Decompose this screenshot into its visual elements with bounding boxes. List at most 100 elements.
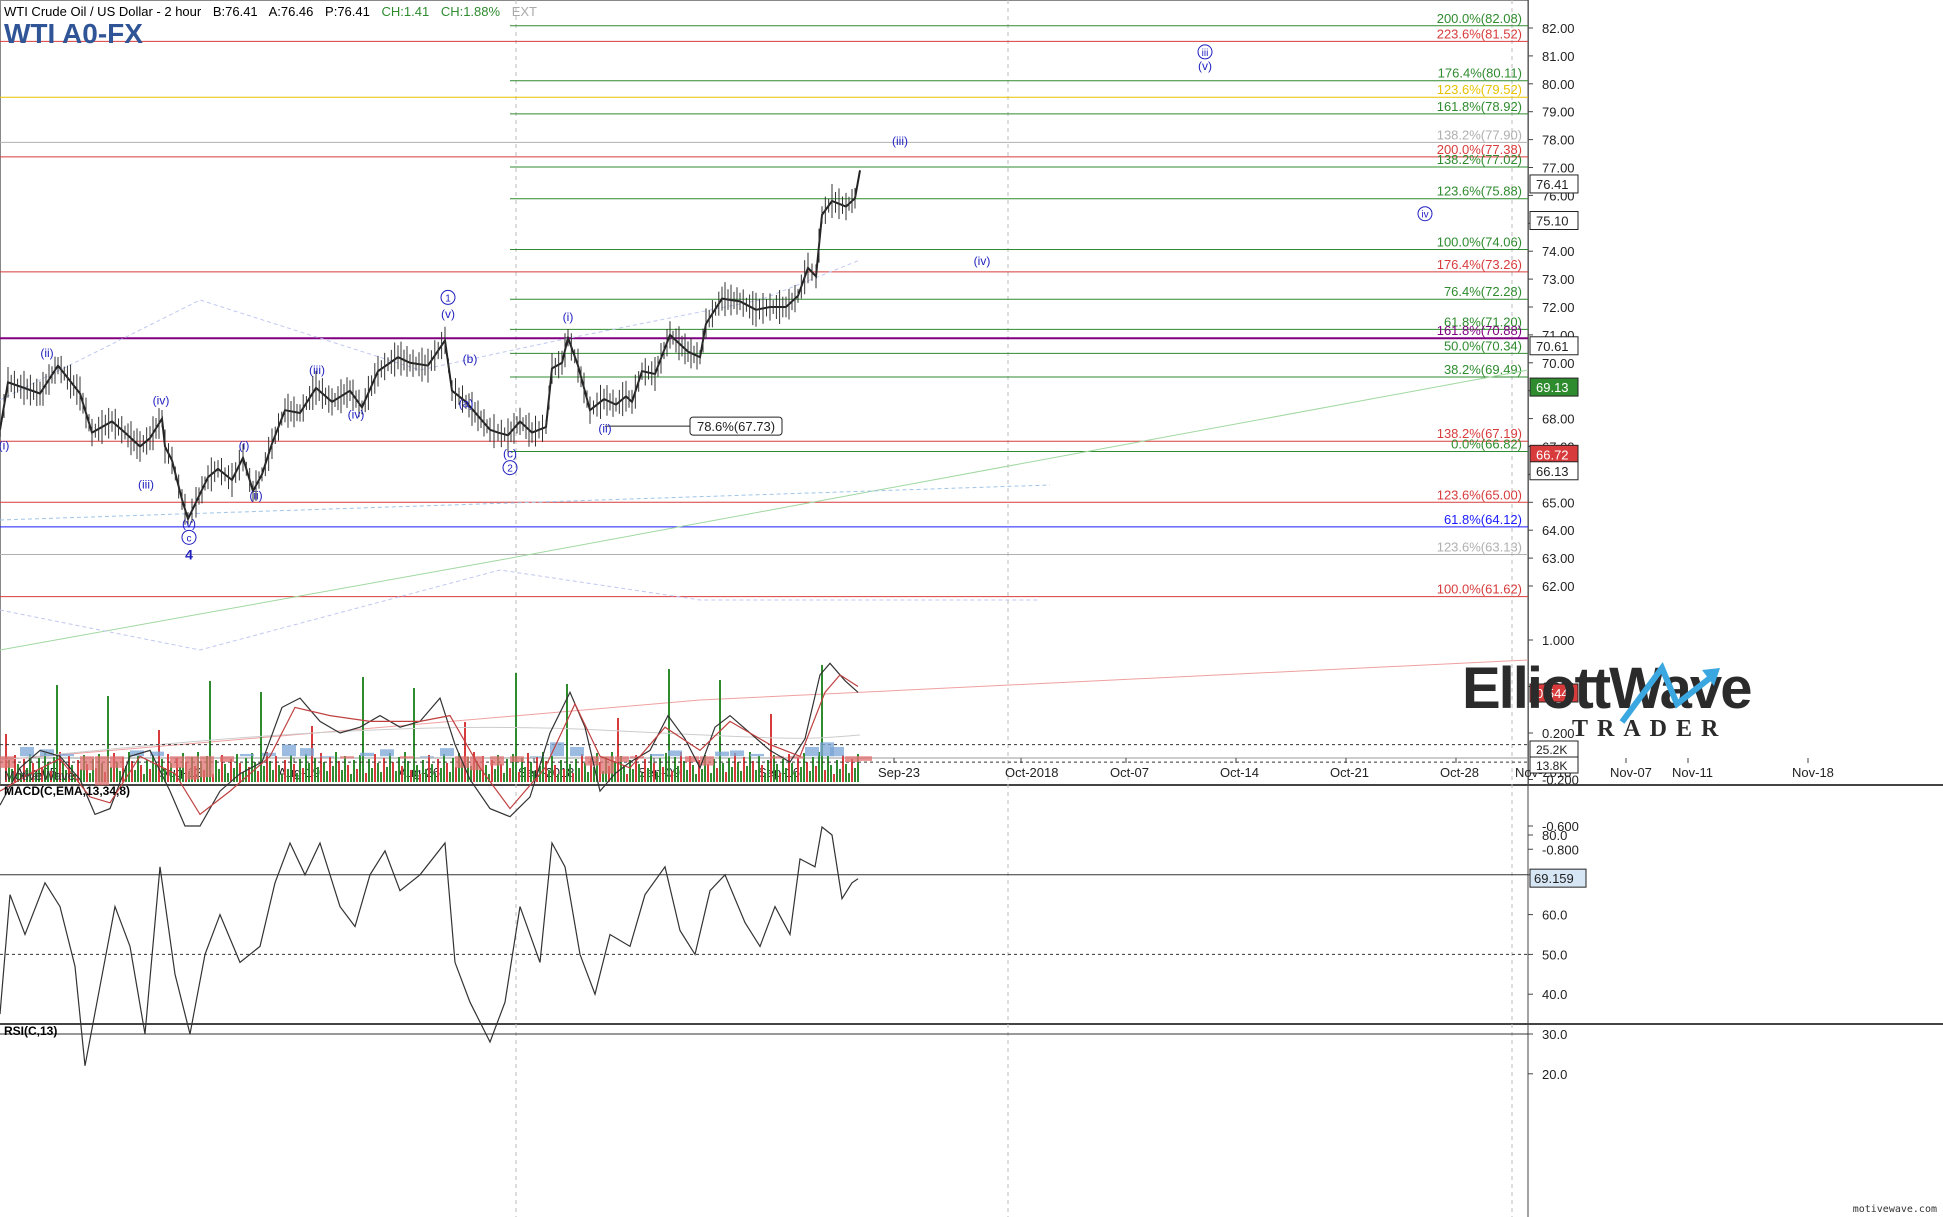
rsi-title: RSI(C,13) [4,1024,58,1038]
change-value: CH:1.41 [381,4,430,19]
bid-value: B:76.41 [212,4,258,19]
x-tick-label-7: Sep-23 [878,765,920,780]
macd-hist-bar-41 [750,753,764,757]
price-tag-5: 66.13 [1536,464,1569,479]
chart-canvas: 62.0063.0064.0065.0066.0067.0068.0069.00… [0,0,1943,1217]
wave-label-17: (i) [563,310,574,324]
wave-label-18: (ii) [598,422,611,436]
price-value: P:76.41 [325,4,370,19]
macd-hist-bar-19 [360,752,374,757]
price-tick-label-19: 81.00 [1542,49,1575,64]
wave-label-20: (iv) [974,254,991,268]
rsi-tick-label-4: 40.0 [1542,987,1567,1002]
rsi-tag: 69.159 [1534,871,1574,886]
fib-label-20: 123.6%(63.13) [1437,539,1522,554]
rsi-tick-label-0: 80.0 [1542,828,1567,843]
change-pct-value: CH:1.88% [440,4,501,19]
price-tag-1: 75.10 [1536,214,1569,229]
macd-hist-bar-20 [380,749,394,757]
x-tick-label-15: Nov-11 [1672,765,1713,780]
price-tick-label-20: 82.00 [1542,21,1575,36]
price-tick-label-18: 80.00 [1542,77,1575,92]
fib-label-17: 0.0%(66.82) [1451,437,1522,452]
macd-hist-bar-15 [282,744,296,757]
wave-label-11: 1 [445,293,451,304]
price-tick-label-0: 62.00 [1542,579,1575,594]
price-tick-label-12: 74.00 [1542,244,1575,259]
wave-label-8: (ii) [249,489,262,503]
fib-label-15: 38.2%(69.49) [1444,362,1522,377]
fib-label-0: 200.0%(82.08) [1437,11,1522,26]
fib-label-18: 123.6%(65.00) [1437,487,1522,502]
wave-label-3: (iv) [153,394,170,408]
macd-hist-bar-27 [510,756,524,763]
macd-hist-bar-9 [170,756,184,768]
macd-hist-bar-30 [570,746,584,757]
wave-label-21: iii [1202,48,1209,59]
x-tick-label-14: Nov-07 [1610,765,1652,780]
macd-hist-bar-12 [220,756,234,763]
wave-label-6: 4 [185,546,193,562]
wave-label-1: (ii) [40,346,53,360]
rsi-tick-label-6: 20.0 [1542,1067,1567,1082]
rsi-tick-label-2: 60.0 [1542,908,1567,923]
macd-hist-bar-10 [185,756,199,780]
volume-tag-1: 13.8K [1536,759,1567,773]
macd-hist-bar-18 [340,756,354,759]
macd-tick-label-0: 1.000 [1542,633,1575,648]
wave-label-7: (i) [239,438,250,452]
wave-label-9: (iii) [309,363,325,377]
macd-hist-bar-17 [320,756,334,758]
price-tick-label-11: 73.00 [1542,272,1575,287]
motivewave-watermark: MotiveWave [4,768,76,783]
price-tick-label-3: 65.00 [1542,495,1575,510]
macd-hist-bar-47 [845,756,859,763]
x-tick-label-9: Oct-07 [1110,765,1149,780]
price-tag-2: 70.61 [1536,339,1569,354]
macd-hist-bar-11 [200,756,214,778]
wave-label-4: (v) [182,516,196,530]
fib-label-13: 161.8%(70.88) [1437,323,1522,338]
macd-hist-bar-35 [650,753,664,757]
macd-tick-label-3: -0.200 [1542,773,1579,788]
price-panel-frame [0,0,1529,785]
ma-line-2 [0,369,1529,651]
macd-hist-bar-26 [490,756,504,766]
x-tick-label-10: Oct-14 [1220,765,1259,780]
price-tick-label-1: 63.00 [1542,551,1575,566]
macd-hist-bar-21 [400,756,414,759]
bollinger-upper [0,259,861,401]
macd-hist-bar-46 [830,746,844,757]
wave-label-23: iv [1421,210,1428,221]
macd-hist-bar-4 [80,756,94,771]
wave-label-14: (a) [459,396,474,410]
macd-hist-bar-1 [20,746,34,757]
fib-label-9: 100.0%(74.06) [1437,235,1522,250]
x-tick-label-8: Oct-2018 [1005,765,1058,780]
macd-hist-bar-13 [240,753,254,757]
symbol-label: WTI A0-FX [4,18,143,49]
price-tick-label-17: 79.00 [1542,105,1575,120]
wave-label-22: (v) [1198,59,1212,73]
rsi-tick-label-3: 50.0 [1542,947,1567,962]
macd-title: MACD(C,EMA,13,34,8) [4,784,131,798]
price-tick-label-15: 77.00 [1542,161,1575,176]
price-tick-label-8: 70.00 [1542,356,1575,371]
price-tick-label-10: 72.00 [1542,300,1575,315]
price-tick-label-2: 64.00 [1542,523,1575,538]
macd-hist-bar-44 [805,746,819,757]
x-tick-label-16: Nov-18 [1792,765,1834,780]
macd-hist-bar-40 [730,750,744,757]
macd-hist-bar-16 [300,748,314,757]
wave-label-15: (c) [503,447,517,461]
macd-hist-bar-6 [110,756,124,768]
chart-header: WTI Crude Oil / US Dollar - 2 hour B:76.… [4,4,545,19]
macd-hist-bar-39 [715,751,729,757]
fib-label-4: 161.8%(78.92) [1437,99,1522,114]
fib-label-8: 123.6%(75.88) [1437,184,1522,199]
logo-wave-arrow-icon [1619,661,1720,724]
bollinger-lower [0,569,1040,651]
ask-value: A:76.46 [268,4,314,19]
wave-label-10: (iv) [348,408,365,422]
price-tick-label-6: 68.00 [1542,412,1575,427]
